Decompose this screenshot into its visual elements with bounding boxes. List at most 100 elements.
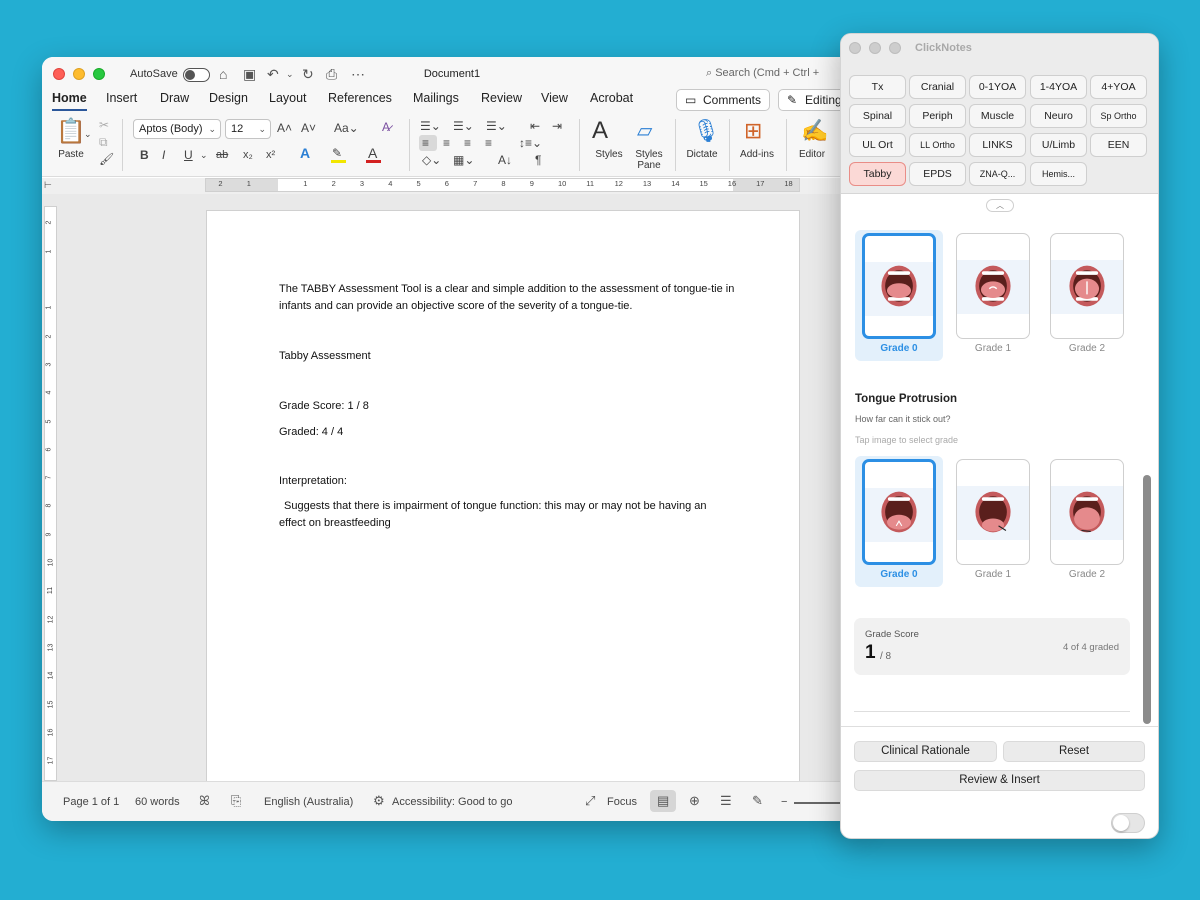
grade-tile-top-1[interactable]: Grade 1 bbox=[949, 230, 1037, 361]
microphone-icon[interactable]: 🎙 bbox=[692, 117, 720, 145]
show-formatting-icon[interactable]: ¶ bbox=[535, 153, 541, 167]
highlight-icon[interactable]: ✎ bbox=[332, 146, 342, 160]
chip-u-limb[interactable]: U/Limb bbox=[1030, 133, 1087, 157]
grade-tile-top-0[interactable]: Grade 0 bbox=[855, 230, 943, 361]
outline-view-icon[interactable]: ☰ bbox=[720, 793, 732, 809]
styles-icon[interactable]: A bbox=[592, 117, 608, 145]
comments-button[interactable]: ▭ Comments bbox=[676, 89, 770, 111]
chip-periph[interactable]: Periph bbox=[909, 104, 966, 128]
chip-sp-ortho[interactable]: Sp Ortho bbox=[1090, 104, 1147, 128]
change-case-icon[interactable]: Aa⌄ bbox=[334, 121, 359, 135]
collapse-chips-button[interactable]: ︿ bbox=[986, 199, 1014, 212]
tab-layout[interactable]: Layout bbox=[269, 91, 307, 105]
tab-stop-icon[interactable]: ⊢ bbox=[44, 178, 52, 192]
increase-indent-icon[interactable]: ⇥ bbox=[552, 119, 562, 133]
chip-ul-ort[interactable]: UL Ort bbox=[849, 133, 906, 157]
search-box[interactable]: ⌕ Search (Cmd + Ctrl + bbox=[706, 67, 819, 80]
panel-toggle[interactable] bbox=[1111, 813, 1145, 833]
shading-icon[interactable]: ◇⌄ bbox=[422, 153, 441, 167]
web-layout-icon[interactable]: ⊕ bbox=[689, 793, 700, 809]
bullets-icon[interactable]: ☰⌄ bbox=[420, 119, 441, 133]
tab-mailings[interactable]: Mailings bbox=[413, 91, 459, 105]
draft-view-icon[interactable]: ✎ bbox=[752, 793, 763, 809]
cut-icon[interactable]: ✂ bbox=[99, 118, 109, 132]
close-window-button[interactable] bbox=[849, 42, 861, 54]
styles-pane-icon[interactable]: ▱ bbox=[637, 119, 652, 143]
justify-icon[interactable]: ≡ bbox=[485, 136, 492, 150]
chip-links[interactable]: LINKS bbox=[969, 133, 1026, 157]
tab-insert[interactable]: Insert bbox=[106, 91, 137, 105]
tab-acrobat[interactable]: Acrobat bbox=[590, 91, 633, 105]
underline-dropdown-icon[interactable]: ⌄ bbox=[200, 148, 208, 162]
format-painter-icon[interactable]: 🖌 bbox=[99, 152, 114, 166]
horizontal-ruler[interactable]: 2 1 1 2 3 4 5 6 7 8 9 10 11 12 13 14 15 16 17 18 bbox=[205, 178, 800, 192]
chip-cranial[interactable]: Cranial bbox=[909, 75, 966, 99]
line-spacing-icon[interactable]: ↕≡⌄ bbox=[519, 136, 542, 150]
panel-scrollbar[interactable] bbox=[1143, 475, 1151, 724]
paste-dropdown-icon[interactable]: ⌄ bbox=[84, 127, 92, 141]
chip-ll-ortho[interactable]: LL Ortho bbox=[909, 133, 966, 157]
chip-tabby[interactable]: Tabby bbox=[849, 162, 906, 186]
page-count[interactable]: Page 1 of 1 bbox=[63, 796, 119, 808]
grade-tile-top-2[interactable]: Grade 2 bbox=[1043, 230, 1131, 361]
paste-icon[interactable]: 📋 bbox=[56, 119, 86, 145]
font-name-select[interactable]: Aptos (Body) ⌄ bbox=[133, 119, 221, 139]
chip-hemis[interactable]: Hemis... bbox=[1030, 162, 1087, 186]
chip-epds[interactable]: EPDS bbox=[909, 162, 966, 186]
decrease-indent-icon[interactable]: ⇤ bbox=[530, 119, 540, 133]
align-left-icon[interactable]: ≡ bbox=[422, 136, 429, 150]
review-insert-button[interactable]: Review & Insert bbox=[854, 770, 1145, 791]
font-color-icon[interactable]: A bbox=[368, 146, 377, 160]
multilevel-list-icon[interactable]: ☰⌄ bbox=[486, 119, 507, 133]
tab-draw[interactable]: Draw bbox=[160, 91, 189, 105]
align-right-icon[interactable]: ≡ bbox=[464, 136, 471, 150]
print-layout-icon[interactable]: ▤ bbox=[657, 793, 669, 809]
font-size-select[interactable]: 12 ⌄ bbox=[225, 119, 271, 139]
grade-image-card[interactable] bbox=[1050, 233, 1124, 339]
focus-icon[interactable]: ⤢ bbox=[585, 793, 595, 809]
chip-1-4yoa[interactable]: 1-4YOA bbox=[1030, 75, 1087, 99]
bold-icon[interactable]: B bbox=[140, 148, 149, 162]
shrink-font-icon[interactable]: A˅ bbox=[301, 121, 316, 135]
zoom-slider[interactable] bbox=[794, 802, 844, 804]
underline-icon[interactable]: U bbox=[184, 148, 193, 162]
chip-een[interactable]: EEN bbox=[1090, 133, 1147, 157]
tab-design[interactable]: Design bbox=[209, 91, 248, 105]
add-ins-icon[interactable]: ⊞ bbox=[744, 119, 762, 143]
zoom-window-button[interactable] bbox=[889, 42, 901, 54]
tab-home[interactable]: Home bbox=[52, 91, 87, 111]
focus-label[interactable]: Focus bbox=[607, 796, 637, 808]
minimize-window-button[interactable] bbox=[869, 42, 881, 54]
grade-image-card[interactable] bbox=[862, 459, 936, 565]
italic-icon[interactable]: I bbox=[162, 148, 165, 162]
chip-tx[interactable]: Tx bbox=[849, 75, 906, 99]
tab-review[interactable]: Review bbox=[481, 91, 522, 105]
accessibility-status[interactable]: Accessibility: Good to go bbox=[392, 796, 512, 808]
text-effects-icon[interactable]: A bbox=[300, 146, 310, 160]
document-page[interactable]: The TABBY Assessment Tool is a clear and… bbox=[206, 210, 800, 790]
reset-button[interactable]: Reset bbox=[1003, 741, 1145, 762]
chip-muscle[interactable]: Muscle bbox=[969, 104, 1026, 128]
superscript-icon[interactable]: x² bbox=[266, 148, 275, 162]
grade-image-card[interactable] bbox=[862, 233, 936, 339]
chip-spinal[interactable]: Spinal bbox=[849, 104, 906, 128]
chip-zna-q[interactable]: ZNA-Q... bbox=[969, 162, 1026, 186]
numbering-icon[interactable]: ☰⌄ bbox=[453, 119, 474, 133]
grade-tile-bottom-1[interactable]: Grade 1 bbox=[949, 456, 1037, 587]
subscript-icon[interactable]: x₂ bbox=[243, 148, 253, 162]
chip-0-1yoa[interactable]: 0-1YOA bbox=[969, 75, 1026, 99]
grade-image-card[interactable] bbox=[956, 233, 1030, 339]
language-status[interactable]: English (Australia) bbox=[264, 796, 353, 808]
strikethrough-icon[interactable]: ab bbox=[216, 148, 228, 162]
grow-font-icon[interactable]: A˄ bbox=[277, 121, 292, 135]
grade-tile-bottom-2[interactable]: Grade 2 bbox=[1043, 456, 1131, 587]
proofing-icon[interactable]: ꕤ bbox=[199, 793, 210, 809]
zoom-out-button[interactable]: − bbox=[781, 796, 787, 808]
chip-4-yoa[interactable]: 4+YOA bbox=[1090, 75, 1147, 99]
chip-neuro[interactable]: Neuro bbox=[1030, 104, 1087, 128]
borders-icon[interactable]: ▦⌄ bbox=[453, 153, 474, 167]
copy-icon[interactable]: ⧉ bbox=[99, 135, 108, 149]
clinical-rationale-button[interactable]: Clinical Rationale bbox=[854, 741, 997, 762]
word-count[interactable]: 60 words bbox=[135, 796, 180, 808]
grade-image-card[interactable] bbox=[956, 459, 1030, 565]
